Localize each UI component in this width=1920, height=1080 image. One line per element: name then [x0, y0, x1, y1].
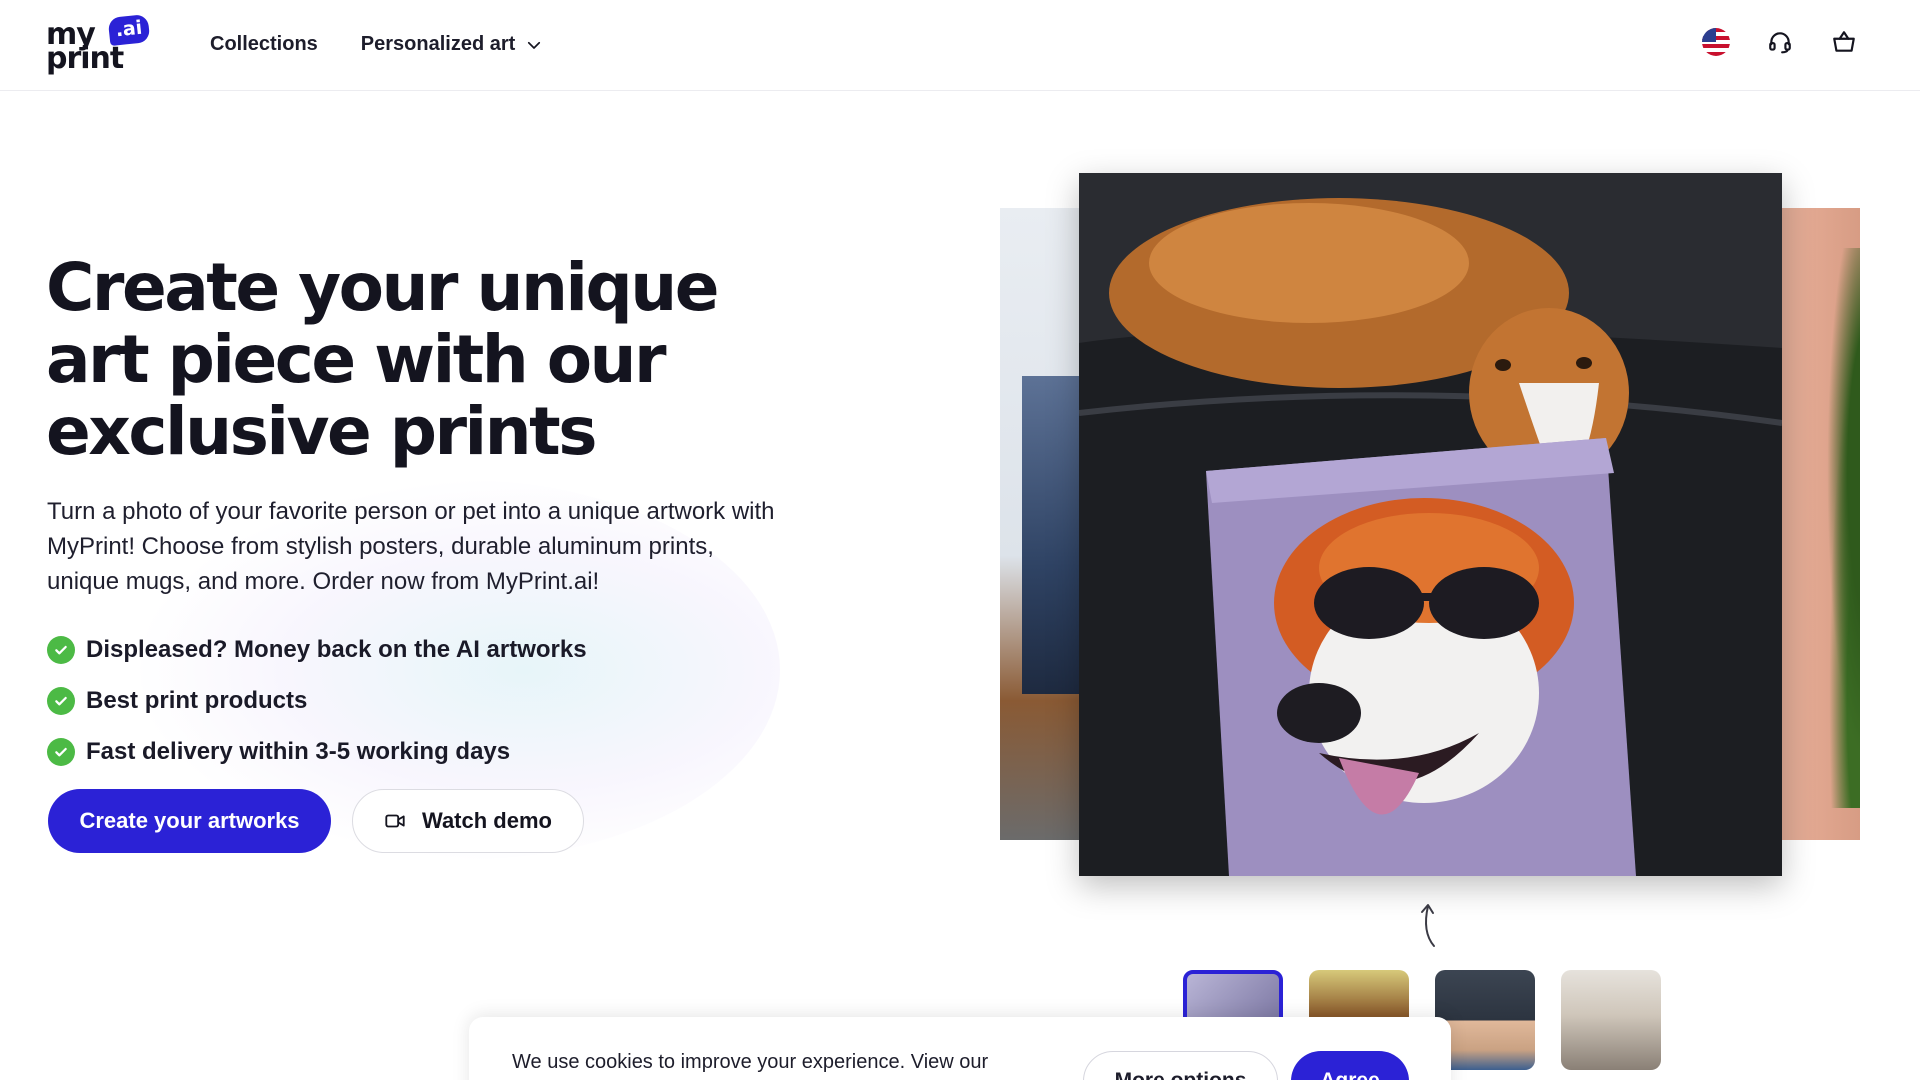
plant-leaves: [1820, 248, 1860, 808]
logo-text-print: print: [46, 41, 124, 76]
cart-button[interactable]: [1830, 28, 1858, 56]
hero-description: Turn a photo of your favorite person or …: [47, 498, 775, 595]
feature-item: Fast delivery within 3-5 working days: [47, 726, 587, 777]
curved-arrow-icon: [1421, 904, 1435, 947]
shopping-basket-icon: [1833, 31, 1855, 52]
cookie-banner: We use cookies to improve your experienc…: [469, 1017, 1451, 1080]
logo-ai-badge: .ai: [107, 13, 151, 47]
nav-collections[interactable]: Collections: [210, 33, 318, 56]
us-flag-icon: [1702, 28, 1730, 56]
hero-title: Create your unique art piece with our ex…: [46, 249, 720, 470]
support-button[interactable]: [1766, 28, 1794, 56]
checkmark-icon: [47, 737, 75, 766]
cookie-more-options-button[interactable]: More options: [1083, 1051, 1278, 1080]
header-actions: [1702, 28, 1858, 56]
nav-collections-label: Collections: [210, 33, 318, 55]
feature-text: Best print products: [86, 686, 308, 714]
feature-text: Fast delivery within 3-5 working days: [86, 737, 511, 765]
video-camera-icon: [385, 814, 405, 828]
myprint-logo[interactable]: my print .ai: [46, 13, 151, 76]
nav-personalized-art-label: Personalized art: [360, 33, 516, 55]
headset-icon: [1769, 32, 1791, 54]
feature-list: Displeased? Money back on the AI artwork…: [47, 624, 587, 777]
feature-item: Best print products: [47, 675, 587, 726]
checkmark-icon: [47, 686, 75, 715]
feature-text: Displeased? Money back on the AI artwork…: [86, 635, 587, 663]
language-selector[interactable]: [1702, 28, 1730, 56]
nav-personalized-art[interactable]: Personalized art: [361, 33, 544, 56]
create-artworks-button[interactable]: Create your artworks: [48, 789, 331, 853]
cookie-agree-button[interactable]: Agree: [1291, 1051, 1409, 1080]
watch-demo-button[interactable]: Watch demo: [352, 789, 584, 853]
main-nav: Collections Personalized art: [210, 33, 543, 56]
cookie-banner-text: We use cookies to improve your experienc…: [512, 1051, 989, 1073]
thumbnail-cat[interactable]: [1561, 970, 1661, 1070]
checkmark-icon: [47, 635, 75, 664]
hero-main-image: [1079, 173, 1782, 876]
chevron-down-icon: [528, 41, 541, 49]
watch-demo-label: Watch demo: [422, 808, 552, 833]
dog-with-portrait-illustration: [1079, 173, 1782, 876]
site-header: my print .ai Collections Personalized ar…: [0, 0, 1920, 91]
feature-item: Displeased? Money back on the AI artwork…: [47, 624, 587, 675]
